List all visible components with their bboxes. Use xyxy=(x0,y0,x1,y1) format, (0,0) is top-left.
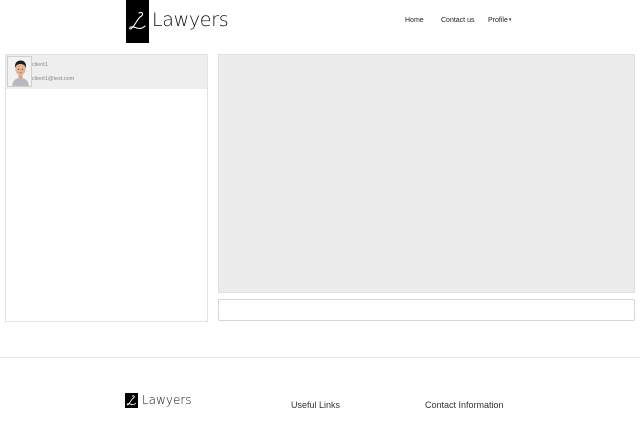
contact-name: client1 xyxy=(32,62,48,68)
brand-name[interactable]: Lawyers xyxy=(152,9,229,31)
nav-home-link[interactable]: Home xyxy=(405,17,424,24)
contact-email: client1@test.com xyxy=(32,76,75,82)
footer-brand-name[interactable]: Lawyers xyxy=(142,393,192,407)
nav-profile-label: Profile xyxy=(488,17,508,24)
script-l-logo-icon xyxy=(129,11,146,30)
nav-profile-dropdown[interactable]: Profile▾ xyxy=(488,17,511,24)
chat-messages-area xyxy=(218,54,635,293)
brand-logo[interactable] xyxy=(126,0,149,43)
caret-down-icon: ▾ xyxy=(508,17,512,23)
avatar xyxy=(7,56,32,87)
footer-logo[interactable] xyxy=(125,393,138,408)
user-avatar-icon xyxy=(8,57,31,86)
footer-contact-information-heading: Contact Information xyxy=(425,400,504,410)
nav-contact-link[interactable]: Contact us xyxy=(441,17,474,24)
site-header: Lawyers Home Contact us Profile▾ xyxy=(0,0,640,44)
footer-useful-links-heading: Useful Links xyxy=(291,400,341,410)
contacts-panel: client1 client1@test.com xyxy=(5,54,208,322)
script-l-logo-icon xyxy=(126,395,137,406)
footer-divider xyxy=(0,357,640,358)
contact-list-item[interactable]: client1 client1@test.com xyxy=(6,55,207,89)
message-input[interactable] xyxy=(218,299,635,321)
